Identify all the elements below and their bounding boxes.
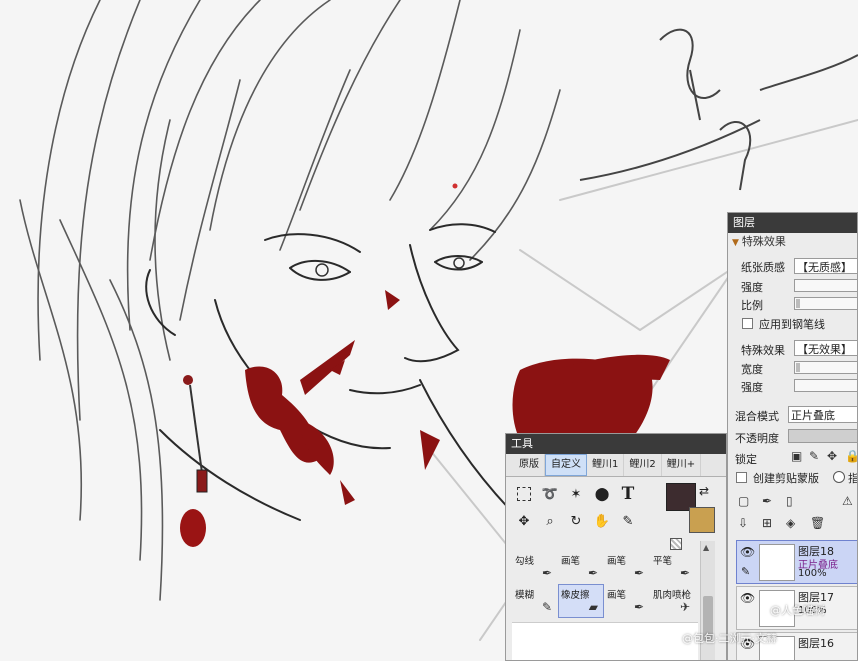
effects-section-header[interactable]: ▼ 特殊效果 xyxy=(728,233,857,251)
secondary-color-swatch[interactable] xyxy=(689,507,715,533)
visibility-eye-icon[interactable]: 👁 xyxy=(740,591,755,605)
strength-label: 强度 xyxy=(741,281,763,294)
transparent-color-chip[interactable] xyxy=(670,538,682,550)
brush-label: 勾线 xyxy=(515,556,535,567)
rect-select-icon[interactable] xyxy=(514,484,534,504)
airbrush-icon: ✈ xyxy=(679,600,690,614)
brush-lineart[interactable]: 勾线 ✒ xyxy=(512,550,558,584)
delete-layer-icon[interactable]: 🗑 xyxy=(810,516,825,530)
layer-item-18[interactable]: 👁 ✎ 图层18 正片叠底 100% xyxy=(736,540,857,584)
strength2-label: 强度 xyxy=(741,381,763,394)
brush-set-tabs: 原版 自定义 鲤川1 鲤川2 鲤川+ xyxy=(506,454,726,477)
merge-down-icon[interactable]: ⇩ xyxy=(738,516,748,530)
brush-airbrush[interactable]: 肌肉喷枪 ✈ xyxy=(650,584,696,618)
new-folder-icon[interactable]: ▯ xyxy=(786,494,793,508)
brush-grid: 勾线 ✒ 画笔 ✒ 画笔 ✒ 平笔 ✒ 模糊 ✎ 橡皮擦 ▰ 画笔 ✒ 肌肉喷枪 ✈ xyxy=(512,550,698,618)
brush-label: 画笔 xyxy=(561,556,581,567)
special-effect-label: 特殊效果 xyxy=(741,344,785,357)
text-tool-icon[interactable]: T xyxy=(618,484,638,504)
pen-icon: ✒ xyxy=(541,566,552,580)
watermark-platform: @包包·二浏元·文赫 xyxy=(682,632,777,645)
scroll-up-icon[interactable]: ▲ xyxy=(703,543,709,552)
layer-toolbar: ▢ ✒ ▯ ⚠ ⇩ ⊞ ◈ 🗑 xyxy=(734,490,857,538)
visibility-eye-icon[interactable]: 👁 xyxy=(740,545,755,559)
clipping-mask-checkbox[interactable] xyxy=(736,472,747,483)
tools-panel-title: 工具 xyxy=(506,434,726,454)
collapse-triangle-icon: ▼ xyxy=(732,238,739,248)
layer-opacity: 100% xyxy=(798,568,827,579)
eyedropper-icon[interactable]: ✎ xyxy=(618,511,638,531)
shape-icon[interactable]: ⬤ xyxy=(592,484,612,504)
lock-draw-icon[interactable]: ✎ xyxy=(809,449,819,463)
watermark-author: @人色喵树 xyxy=(770,604,825,617)
tab-lichuan-plus[interactable]: 鲤川+ xyxy=(662,454,702,476)
blur-icon: ✎ xyxy=(541,600,552,614)
move-icon[interactable]: ✥ xyxy=(514,511,534,531)
blend-mode-label: 混合模式 xyxy=(735,410,779,423)
tools-panel: 工具 原版 自定义 鲤川1 鲤川2 鲤川+ ➰ ✶ ⬤ T ✥ ⌕ ↻ ✋ ✎ … xyxy=(505,433,727,661)
rotate-icon[interactable]: ↻ xyxy=(566,511,586,531)
lasso-icon[interactable]: ➰ xyxy=(540,484,560,504)
apply-to-lineart-checkbox[interactable] xyxy=(742,318,753,329)
layers-panel: 图层 ▼ 特殊效果 纸张质感 【无质感】 强度 比例 应用到钢笔线 特殊效果 【无… xyxy=(727,212,858,661)
clipping-mask-label: 创建剪贴蒙版 xyxy=(753,472,819,485)
swap-colors-icon[interactable]: ⇄ xyxy=(699,484,709,498)
new-vector-layer-icon[interactable]: ✒ xyxy=(762,494,772,508)
tab-lichuan-1[interactable]: 鲤川1 xyxy=(587,454,625,476)
brush-icon: ✒ xyxy=(679,566,690,580)
brush-label: 画笔 xyxy=(607,590,627,601)
layers-panel-title: 图层 xyxy=(728,213,857,233)
zoom-icon[interactable]: ⌕ xyxy=(540,511,560,531)
tab-lichuan-2[interactable]: 鲤川2 xyxy=(624,454,662,476)
paper-texture-label: 纸张质感 xyxy=(741,261,785,274)
layer-thumbnail xyxy=(759,544,795,581)
effects-header-label: 特殊效果 xyxy=(741,235,786,248)
brush-label: 平笔 xyxy=(653,556,673,567)
lock-label: 锁定 xyxy=(735,453,757,466)
brush-flat[interactable]: 平笔 ✒ xyxy=(650,550,696,584)
eraser-icon: ▰ xyxy=(588,600,598,614)
brush-blur[interactable]: 模糊 ✎ xyxy=(512,584,558,618)
strength2-slider[interactable] xyxy=(794,379,857,392)
brush-paint-2[interactable]: 画笔 ✒ xyxy=(604,550,650,584)
layer-options-icon[interactable]: ⚠ xyxy=(842,494,853,508)
brush-paint-1[interactable]: 画笔 ✒ xyxy=(558,550,604,584)
layer-name: 图层16 xyxy=(798,637,834,650)
selection-source-label: 指 xyxy=(848,472,858,485)
merge-visible-icon[interactable]: ⊞ xyxy=(762,516,772,530)
brush-icon: ✒ xyxy=(633,566,644,580)
brush-icon: ✒ xyxy=(633,600,644,614)
strength-slider[interactable] xyxy=(794,279,857,292)
scale-slider[interactable] xyxy=(794,297,857,310)
brush-label: 模糊 xyxy=(515,590,535,601)
apply-to-lineart-label: 应用到钢笔线 xyxy=(759,318,825,331)
width-slider[interactable] xyxy=(794,361,857,374)
lock-all-icon[interactable]: 🔒 xyxy=(845,449,857,463)
opacity-label: 不透明度 xyxy=(735,432,779,445)
brush-label: 橡皮擦 xyxy=(561,590,590,601)
scale-label: 比例 xyxy=(741,299,763,312)
clear-layer-icon[interactable]: ◈ xyxy=(786,516,795,530)
new-layer-icon[interactable]: ▢ xyxy=(738,494,749,508)
hand-icon[interactable]: ✋ xyxy=(592,511,612,531)
brush-empty-area xyxy=(512,622,698,660)
brush-paint-3[interactable]: 画笔 ✒ xyxy=(604,584,650,618)
brush-eraser[interactable]: 橡皮擦 ▰ xyxy=(558,584,604,618)
lock-move-icon[interactable]: ✥ xyxy=(827,449,837,463)
brush-icon: ✒ xyxy=(587,566,598,580)
edit-pen-icon[interactable]: ✎ xyxy=(741,565,750,578)
blend-mode-select[interactable]: 正片叠底 xyxy=(788,406,857,423)
lock-transparency-icon[interactable]: ▣ xyxy=(791,449,802,463)
brush-label: 画笔 xyxy=(607,556,627,567)
selection-source-radio[interactable] xyxy=(833,471,845,483)
opacity-slider[interactable] xyxy=(788,429,857,443)
special-effect-select[interactable]: 【无效果】 xyxy=(794,340,857,356)
magic-wand-icon[interactable]: ✶ xyxy=(566,484,586,504)
width-label: 宽度 xyxy=(741,363,763,376)
paper-texture-select[interactable]: 【无质感】 xyxy=(794,258,857,274)
tab-original[interactable]: 原版 xyxy=(514,454,545,476)
tab-custom[interactable]: 自定义 xyxy=(545,454,587,476)
